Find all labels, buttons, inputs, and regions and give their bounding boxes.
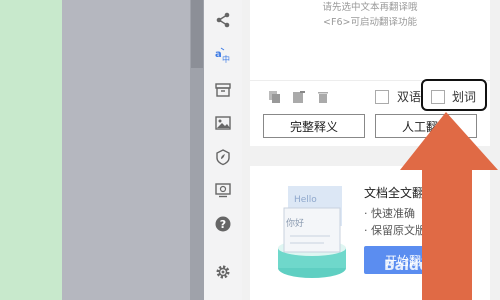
copy-icon[interactable]	[268, 90, 282, 104]
translate-icon[interactable]: a中	[204, 43, 242, 67]
archive-icon[interactable]	[204, 78, 242, 102]
pointer-arrow-icon	[400, 112, 498, 300]
help-icon[interactable]: ?	[204, 212, 242, 236]
left-background-area	[0, 0, 62, 300]
side-toolbar: a中 ?	[204, 0, 242, 300]
highlight-box	[421, 79, 487, 111]
bilingual-label: 双语	[397, 90, 422, 104]
image-icon[interactable]	[204, 111, 242, 135]
settings-icon[interactable]	[204, 260, 242, 284]
shield-icon[interactable]	[204, 145, 242, 169]
edit-icon[interactable]	[292, 90, 306, 104]
svg-text:?: ?	[220, 218, 226, 231]
svg-text:中: 中	[222, 54, 230, 64]
bilingual-checkbox[interactable]	[375, 90, 389, 104]
scrollbar-thumb[interactable]	[191, 0, 203, 68]
hint-line-2: <F6>可启动翻译功能	[323, 17, 417, 28]
illustration-hello: Hello	[294, 195, 317, 205]
illustration-nihao: 你好	[286, 217, 304, 229]
hint-line-1: 请先选中文本再翻译哦	[322, 2, 418, 13]
share-icon[interactable]	[204, 8, 242, 32]
svg-text:a: a	[215, 49, 222, 60]
document-illustration-icon: Hello 你好	[278, 186, 346, 278]
full-definition-button[interactable]: 完整释义	[263, 114, 365, 138]
delete-icon[interactable]	[316, 90, 330, 104]
screenshot-icon[interactable]	[204, 178, 242, 202]
document-area	[62, 0, 190, 300]
